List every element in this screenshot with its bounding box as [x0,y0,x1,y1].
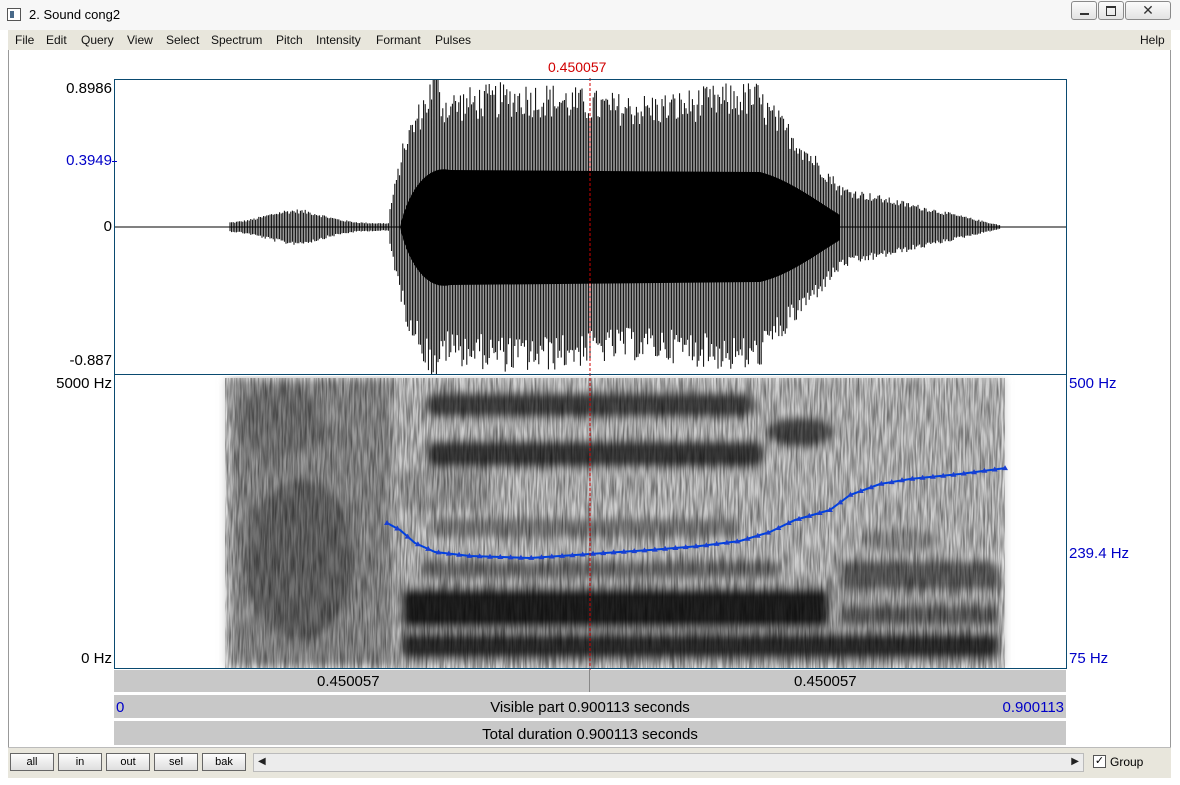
pitch-top-label: 500 Hz [1069,375,1117,392]
horizontal-scrollbar[interactable]: ◀ ▶ [253,753,1084,772]
time-right-label: 0.450057 [794,673,857,690]
row-divider [589,670,590,692]
group-checkbox[interactable]: ✓ [1093,755,1106,768]
total-duration-row[interactable]: Total duration 0.900113 seconds [114,721,1066,745]
spec-fmax-label: 5000 Hz [56,375,112,392]
visible-end-label: 0.900113 [1002,699,1064,716]
total-duration-label: Total duration 0.900113 seconds [482,726,698,743]
spec-fmin-label: 0 Hz [81,650,112,667]
wave-zero-label: 0 [103,218,112,235]
cursor-time-row[interactable]: 0.450057 0.450057 [114,670,1066,692]
visible-part-row[interactable]: 0 Visible part 0.900113 seconds 0.900113 [114,695,1066,718]
zoom-all-button[interactable]: all [10,753,54,771]
wave-mid-label: 0.3949 [66,152,112,169]
time-left-label: 0.450057 [317,673,380,690]
wave-ymax-label: 0.8986 [66,80,112,97]
scroll-right-icon[interactable]: ▶ [1071,756,1079,767]
zoom-out-button[interactable]: out [106,753,150,771]
wave-ymin-label: -0.887 [69,352,112,369]
scroll-left-icon[interactable]: ◀ [258,756,266,767]
cursor-time-label: 0.450057 [548,59,607,75]
zoom-selection-button[interactable]: sel [154,753,198,771]
pitch-bottom-label: 75 Hz [1069,650,1109,667]
pitch-mid-label: 239.4 Hz [1069,545,1130,562]
zoom-in-button[interactable]: in [58,753,102,771]
panel-divider [114,374,1067,375]
praat-sound-window: 2. Sound cong2 ✕ File Edit Query View Se… [0,0,1180,785]
zoom-back-button[interactable]: bak [202,753,246,771]
visible-part-label: Visible part 0.900113 seconds [490,699,690,716]
group-label: Group [1110,755,1144,769]
wave-mid-tick [112,161,117,162]
